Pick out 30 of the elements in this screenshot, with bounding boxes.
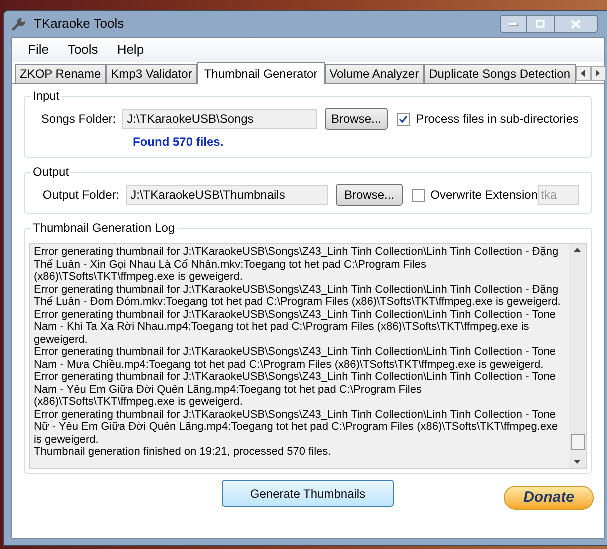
menu-item[interactable]: Tools — [60, 40, 106, 60]
folder-field[interactable]: J:\TKaraokeUSB\Thumbnails — [126, 185, 328, 205]
tab[interactable]: Volume Analyzer — [324, 64, 424, 83]
group-title: Thumbnail Generation Log — [31, 221, 178, 235]
log-entry: Error generating thumbnail for J:\TKaraokeUSB\Songs\Z43_Linh Tinh Collection\Linh Tinh Collection - Đặng Thế Luân - Xin Gọi Nhau Là Cố Nhân.mkv:Toegang tot het pad C:\Program Files (x86)\TSofts\TKT\ffmpeg.exe is geweigerd. — [34, 246, 560, 284]
group-title: Input — [31, 89, 62, 103]
window-title: TKaraoke Tools — [34, 15, 124, 34]
log-entry: Error generating thumbnail for J:\TKaraokeUSB\Songs\Z43_Linh Tinh Collection\Linh Tinh Collection - Đặng Thế Luân - Đom Đóm.mkv:Toegang tot het pad C:\Program Files (x86)\TSofts\TKT\ffmpeg.exe is geweigerd. — [34, 284, 562, 308]
group-title: Output — [31, 165, 72, 179]
field-label: Songs Folder: — [40, 111, 118, 128]
menu-item[interactable]: Help — [109, 40, 152, 60]
folder-field[interactable]: J:\TKaraokeUSB\Songs — [122, 109, 317, 129]
log-entry: Error generating thumbnail for J:\TKaraokeUSB\Songs\Z43_Linh Tinh Collection\Linh Tinh Collection - Tone Nữ - Yêu Em Giữa Đời Quên Lãng.mp4:Toegang tot het pad C:\Program Files (x86)\TSofts\TKT\ffmpeg.exe is geweigerd. — [34, 408, 560, 446]
log-entry: Error generating thumbnail for J:\TKaraokeUSB\Songs\Z43_Linh Tinh Collection\Linh Tinh Collection - Tone Nam - Mưa Chiều.mp4:Toegang tot het pad C:\Program Files (x86)\TSofts\TKT\ffmpeg.exe is geweigerd. — [34, 346, 557, 371]
tab[interactable]: ZKOP Rename — [15, 64, 106, 83]
tab[interactable]: Kmp3 Validator — [106, 64, 198, 83]
donate-button[interactable]: Donate — [504, 486, 594, 510]
browse-button[interactable]: Browse... — [324, 108, 388, 130]
generate-button[interactable]: Generate Thumbnails — [222, 480, 394, 507]
field-label: Output Folder: — [42, 187, 121, 204]
tab[interactable]: Thumbnail Generator — [197, 62, 325, 84]
log-entry: Error generating thumbnail for J:\TKaraokeUSB\Songs\Z43_Linh Tinh Collection\Linh Tinh Collection - Tone Nam - Khi Ta Xa Rời Nhau.mp4:Toegang tot het pad C:\Program Files (x86)\TSofts\TKT\ffmpeg.exe is geweigerd. — [34, 308, 557, 346]
log-entry: Error generating thumbnail for J:\TKaraokeUSB\Songs\Z43_Linh Tinh Collection\Linh Tinh Collection - Tone Nam - Yêu Em Giữa Đời Quên Lãng.mp4:Toegang tot het pad C:\Program Files (x86)\TSofts\TKT\ffmpeg.exe is geweigerd. — [34, 371, 557, 408]
status-text: Found 570 files. — [133, 135, 224, 149]
tab[interactable]: Duplicate Songs Detection — [424, 64, 576, 83]
browse-button[interactable]: Browse... — [336, 184, 403, 206]
menu-item[interactable]: File — [20, 40, 57, 60]
checkbox-label: Overwrite Extension — [430, 187, 538, 204]
log-entry: Thumbnail generation finished on 19:21, processed 570 files. — [34, 446, 332, 458]
checkbox-label: Process files in sub-directories — [416, 111, 579, 128]
